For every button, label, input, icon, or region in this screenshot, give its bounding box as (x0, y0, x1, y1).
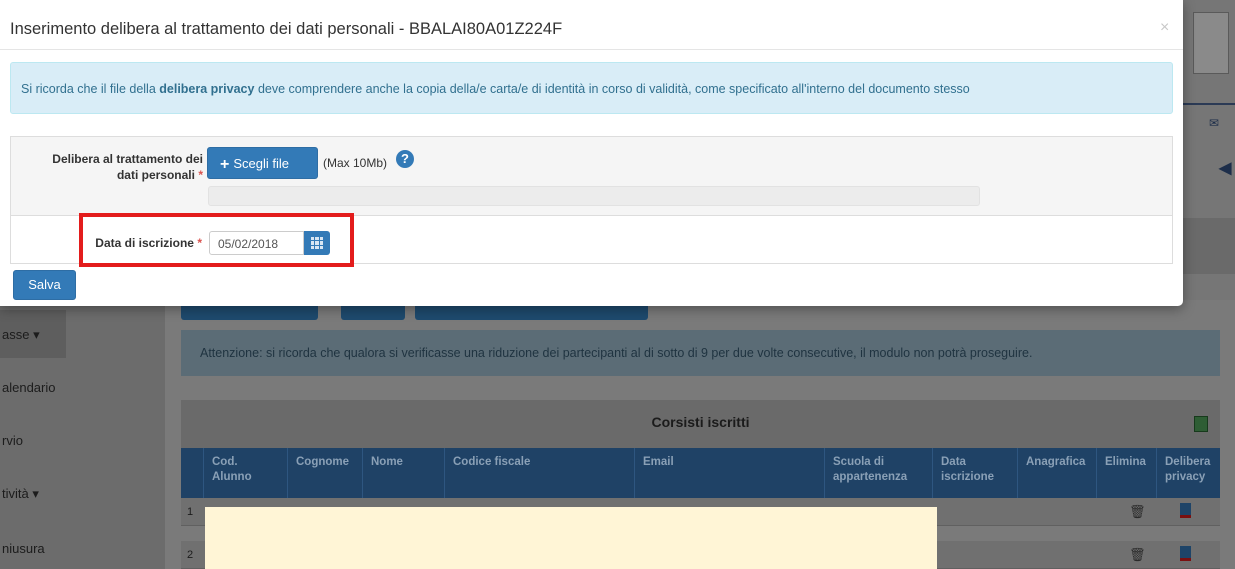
delibera-label: Delibera al trattamento dei dati persona… (52, 152, 203, 182)
modal-title: Inserimento delibera al trattamento dei … (10, 20, 563, 38)
panel-heading: Corsisti iscritti (181, 400, 1220, 448)
info-alert: Si ricorda che il file della delibera pr… (10, 62, 1173, 114)
back-arrow-icon[interactable]: ◀ (1219, 158, 1231, 178)
close-icon[interactable]: × (1160, 19, 1169, 37)
info-text-suffix: deve comprendere anche la copia della/e … (254, 82, 970, 96)
save-button[interactable]: Salva (13, 270, 76, 300)
warning-alert: Attenzione: si ricorda che qualora si ve… (181, 330, 1220, 376)
table-header-cell: Email (635, 448, 825, 498)
trash-icon[interactable]: 🗑 (1129, 547, 1146, 563)
panel-title: Corsisti iscritti (651, 414, 750, 430)
required-mark: * (198, 168, 203, 182)
table-header-cell: Codice fiscale (445, 448, 635, 498)
row-number: 1 (187, 506, 194, 518)
sidebar-item-calendario[interactable]: alendario (2, 380, 167, 395)
table-header-cell: Nome (363, 448, 445, 498)
top-right-area: ✉ ◀ (1183, 0, 1235, 300)
info-text-bold: delibera privacy (159, 82, 255, 96)
plus-icon: + (220, 156, 230, 173)
sidebar-item-classe[interactable]: asse ▾ (2, 327, 167, 343)
user-box (1193, 12, 1229, 74)
choose-file-button[interactable]: + Scegli file (207, 147, 318, 179)
document-icon[interactable] (1180, 546, 1191, 561)
highlight-box (79, 213, 354, 267)
excel-icon[interactable] (1194, 416, 1208, 432)
right-band (1183, 218, 1235, 274)
sidebar-item-attivita[interactable]: tività ▾ (2, 486, 167, 502)
sidebar-item-chiusura[interactable]: niusura (2, 541, 167, 556)
header-divider (1183, 103, 1235, 105)
trash-icon[interactable]: 🗑 (1129, 504, 1146, 520)
row-number: 2 (187, 549, 194, 561)
mail-icon[interactable]: ✉ (1209, 116, 1219, 130)
info-text-prefix: Si ricorda che il file della (21, 82, 160, 96)
table-header: Cod. Alunno Cognome Nome Codice fiscale E… (181, 448, 1220, 498)
delibera-row: Delibera al trattamento dei dati persona… (11, 137, 1172, 216)
table-header-cell: Data iscrizione (933, 448, 1018, 498)
help-icon[interactable]: ? (396, 150, 414, 168)
max-size-text: (Max 10Mb) (323, 156, 388, 170)
file-name-field (208, 186, 980, 206)
modal-header: Inserimento delibera al trattamento dei … (0, 0, 1183, 50)
sidebar-item-avvio[interactable]: rvio (2, 433, 167, 448)
upload-privacy-modal: Inserimento delibera al trattamento dei … (0, 0, 1183, 306)
table-header-cell: Cognome (288, 448, 363, 498)
table-header-cell: Cod. Alunno (204, 448, 288, 498)
table-header-cell: Anagrafica (1018, 448, 1097, 498)
redacted-area (205, 507, 937, 569)
choose-file-label: Scegli file (233, 156, 289, 171)
table-header-cell: Delibera privacy (1165, 456, 1211, 483)
document-icon[interactable] (1180, 503, 1191, 518)
table-header-index (181, 448, 204, 498)
table-header-cell: Scuola di appartenenza (825, 448, 933, 498)
table-header-cell: Elimina (1097, 448, 1157, 498)
